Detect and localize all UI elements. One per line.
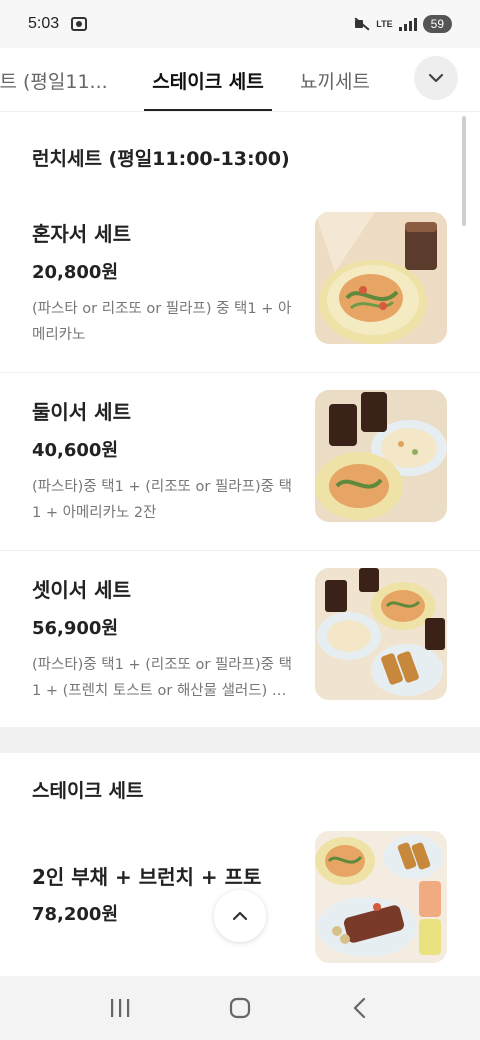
- section-lunch-set: 런치세트 (평일11:00-13:00) 혼자서 세트 20,800원 (파스타…: [0, 113, 480, 727]
- screenshot-icon: [71, 17, 88, 31]
- scrollbar[interactable]: [462, 116, 466, 226]
- tab-gnocchi-set[interactable]: 뇨끼세트: [300, 48, 370, 111]
- item-name: 둘이서 세트: [32, 400, 131, 424]
- section-title: 런치세트 (평일11:00-13:00): [32, 148, 290, 170]
- scroll-to-top-button[interactable]: [214, 890, 266, 942]
- chevron-up-icon: [232, 911, 248, 921]
- item-description: (파스타)중 택1 + (리조또 or 필라프)중 택1 + 아메리카노 2잔: [32, 479, 292, 521]
- menu-item-duo-set[interactable]: 둘이서 세트 40,600원 (파스타)중 택1 + (리조또 or 필라프)중…: [0, 373, 480, 551]
- recent-apps-icon: [111, 999, 130, 1017]
- item-photo: [315, 390, 447, 522]
- item-price: 56,900원: [32, 618, 119, 639]
- status-time: 5:03: [28, 15, 60, 32]
- item-price: 78,200원: [32, 904, 119, 925]
- menu-item-trio-set[interactable]: 셋이서 세트 56,900원 (파스타)중 택1 + (리조또 or 필라프)중…: [0, 551, 480, 727]
- category-tab-bar: 세트 (평일11... 스테이크 세트 뇨끼세트: [0, 48, 480, 112]
- menu-item-solo-set[interactable]: 혼자서 세트 20,800원 (파스타 or 리조또 or 필라프) 중 택1 …: [0, 195, 480, 373]
- tab-steak-set[interactable]: 스테이크 세트: [144, 48, 272, 111]
- menu-list[interactable]: 런치세트 (평일11:00-13:00) 혼자서 세트 20,800원 (파스타…: [0, 113, 480, 975]
- signal-icon: [398, 17, 417, 31]
- category-dropdown-button[interactable]: [414, 56, 458, 100]
- item-name: 혼자서 세트: [32, 222, 131, 246]
- back-button[interactable]: [340, 988, 380, 1028]
- item-photo: [315, 568, 447, 700]
- mute-icon: [354, 17, 370, 31]
- section-divider: [0, 727, 480, 753]
- item-name: 셋이서 세트: [32, 578, 131, 602]
- item-name: 2인 부채 + 브런치 + 프토: [32, 865, 262, 889]
- system-nav-bar: [0, 976, 480, 1040]
- lte-label: LTE: [376, 18, 393, 29]
- item-price: 40,600원: [32, 440, 119, 461]
- home-icon: [229, 997, 251, 1019]
- section-title: 스테이크 세트: [32, 780, 144, 802]
- back-icon: [353, 997, 366, 1019]
- item-photo: [315, 831, 447, 963]
- chevron-down-icon: [428, 73, 444, 83]
- item-photo: [315, 212, 447, 344]
- status-bar: 5:03 LTE 59: [0, 0, 480, 48]
- item-description: (파스타 or 리조또 or 필라프) 중 택1 + 아메리카노: [32, 301, 292, 343]
- item-description: (파스타)중 택1 + (리조또 or 필라프)중 택1 + (프렌치 토스트 …: [32, 657, 292, 699]
- battery-badge: 59: [422, 15, 452, 33]
- item-price: 20,800원: [32, 262, 119, 283]
- tab-lunch-set[interactable]: 세트 (평일11...: [0, 48, 108, 111]
- status-indicators: LTE 59: [354, 15, 452, 33]
- recent-apps-button[interactable]: [100, 988, 140, 1028]
- home-button[interactable]: [220, 988, 260, 1028]
